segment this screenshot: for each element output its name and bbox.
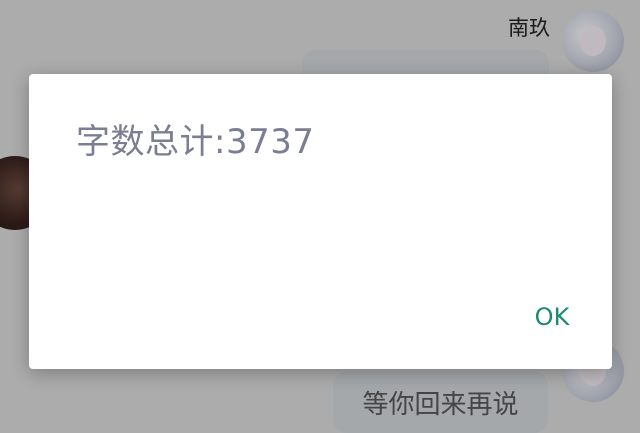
ok-button[interactable]: OK — [522, 295, 582, 339]
word-count-dialog: 字数总计:3737 OK — [29, 74, 612, 369]
dialog-message: 字数总计:3737 — [76, 122, 315, 162]
